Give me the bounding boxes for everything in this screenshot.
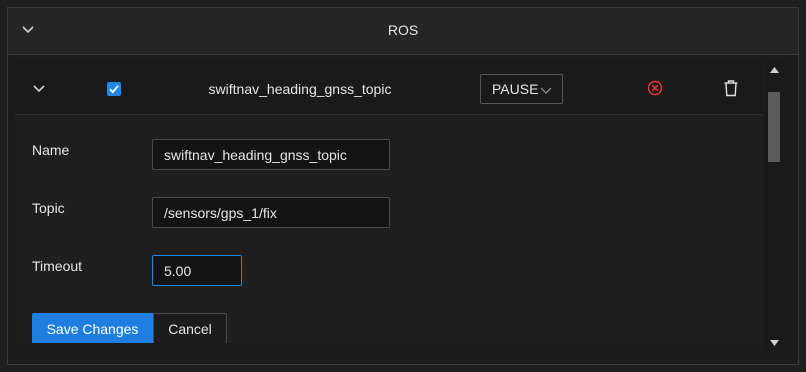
name-label: Name bbox=[32, 142, 70, 158]
scrollbar-thumb[interactable] bbox=[768, 92, 780, 162]
trash-icon[interactable] bbox=[723, 79, 739, 97]
timeout-label: Timeout bbox=[32, 258, 83, 274]
pause-label: PAUSE bbox=[492, 81, 539, 97]
panel-title: ROS bbox=[387, 22, 419, 38]
cancel-button[interactable]: Cancel bbox=[153, 313, 227, 343]
name-field[interactable] bbox=[152, 139, 390, 170]
scroll-down-arrow-icon[interactable] bbox=[770, 340, 779, 346]
save-changes-button[interactable]: Save Changes bbox=[32, 313, 153, 343]
chevron-down-icon bbox=[540, 87, 552, 94]
enabled-checkbox[interactable] bbox=[107, 82, 121, 96]
topic-label: Topic bbox=[32, 200, 65, 216]
chevron-down-icon[interactable] bbox=[31, 81, 47, 97]
topic-item: swiftnav_heading_gnss_topic PAUSE Name T… bbox=[15, 62, 763, 343]
timeout-field[interactable] bbox=[152, 255, 242, 286]
topic-item-title: swiftnav_heading_gnss_topic bbox=[208, 81, 392, 97]
panel-header[interactable]: ROS bbox=[8, 8, 798, 55]
topic-field[interactable] bbox=[152, 197, 390, 228]
pause-dropdown[interactable]: PAUSE bbox=[480, 74, 563, 104]
check-icon bbox=[109, 85, 119, 94]
vertical-scrollbar[interactable] bbox=[765, 62, 784, 351]
scroll-up-arrow-icon[interactable] bbox=[770, 67, 779, 73]
error-circle-icon[interactable] bbox=[647, 80, 663, 96]
topic-item-header: swiftnav_heading_gnss_topic PAUSE bbox=[15, 62, 763, 115]
